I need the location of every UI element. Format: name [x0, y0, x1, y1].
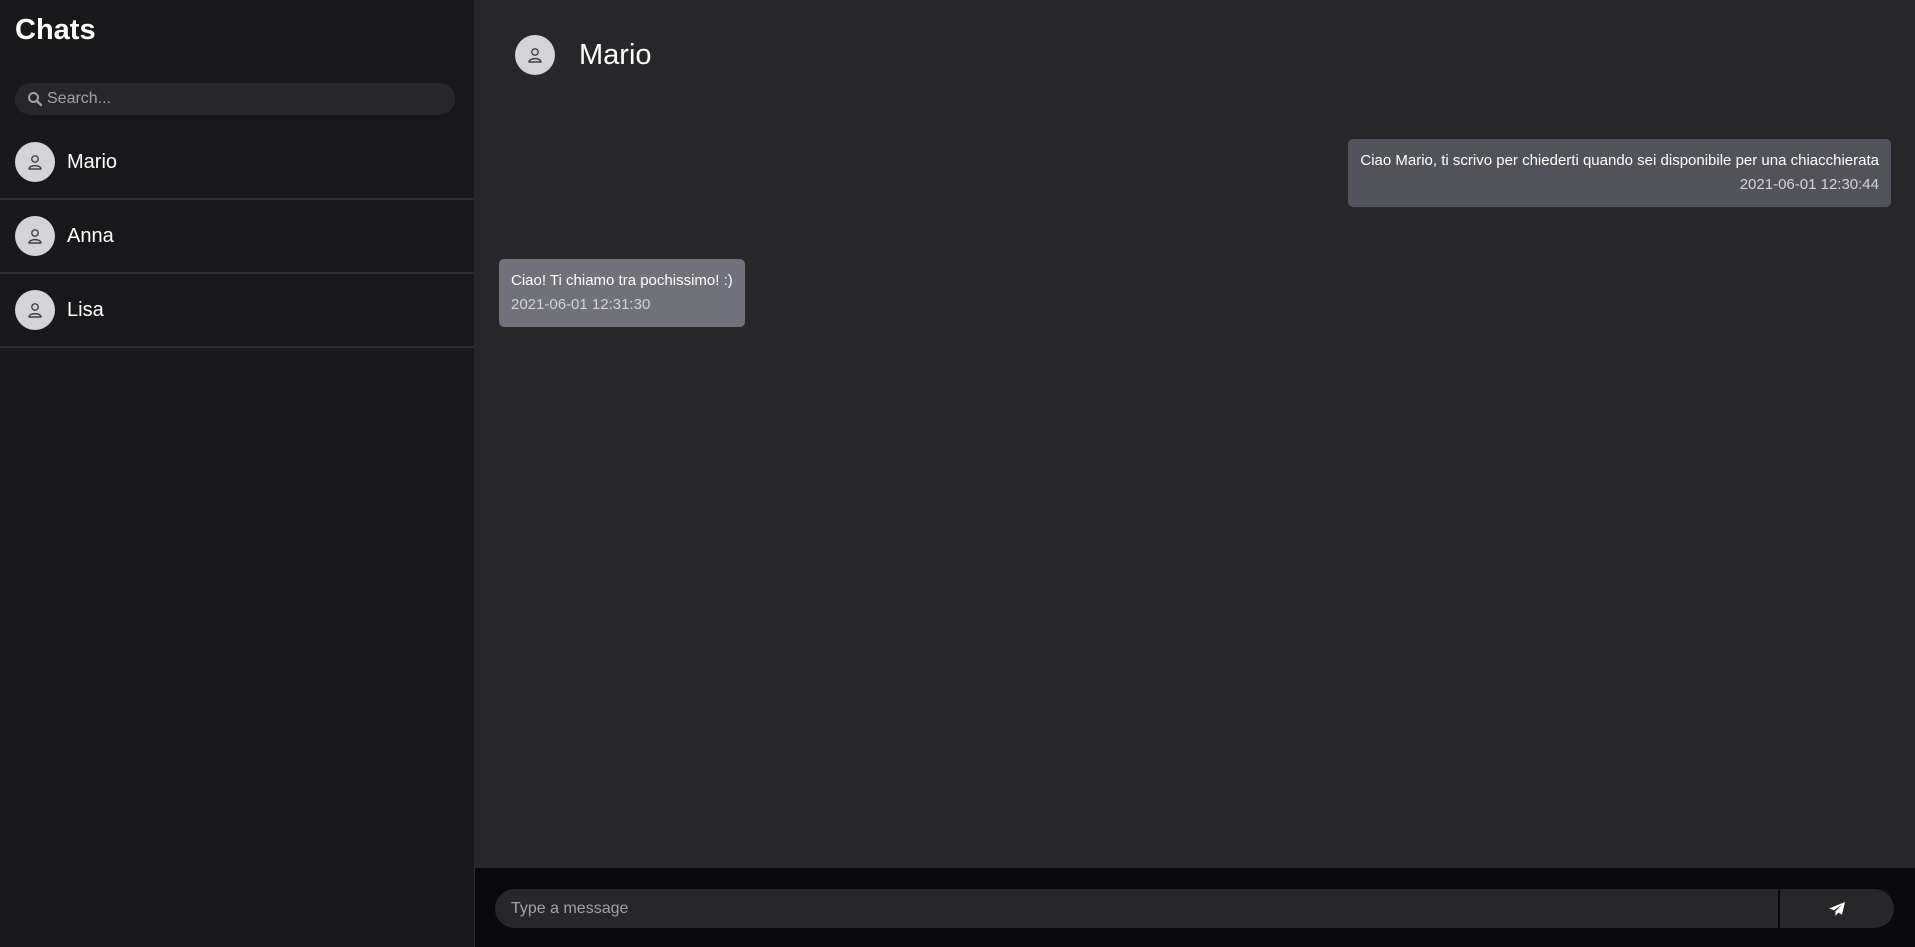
send-button[interactable] [1780, 889, 1894, 928]
message-text: Ciao! Ti chiamo tra pochissimo! :) [511, 272, 733, 289]
message-list: Ciao Mario, ti scrivo per chiederti quan… [475, 0, 1915, 868]
sidebar-title: Chats [15, 14, 96, 46]
conversation-panel: Ciao Mario, ti scrivo per chiederti quan… [475, 0, 1915, 947]
user-icon [28, 229, 42, 244]
sent-message: Ciao Mario, ti scrivo per chiederti quan… [1348, 139, 1891, 207]
conversation-header: Mario [515, 34, 652, 76]
paper-plane-icon [1829, 901, 1845, 916]
chat-item-name: Anna [67, 224, 114, 247]
message-composer [475, 868, 1915, 947]
user-icon [28, 155, 42, 170]
message-timestamp: 2021-06-01 12:30:44 [1739, 176, 1879, 193]
sidebar: Chats Mario [0, 0, 475, 947]
message-text: Ciao Mario, ti scrivo per chiederti quan… [1360, 152, 1879, 169]
conversation-title: Mario [579, 38, 652, 71]
chat-item-name: Lisa [67, 298, 104, 321]
chat-item-anna[interactable]: Anna [0, 200, 474, 274]
avatar [15, 216, 55, 256]
chat-list: Mario Anna Lisa [0, 126, 474, 348]
message-input[interactable] [495, 889, 1778, 928]
chat-app: Chats Mario [0, 0, 1915, 947]
search-icon [27, 91, 43, 107]
chat-item-mario[interactable]: Mario [0, 126, 474, 200]
received-message: Ciao! Ti chiamo tra pochissimo! :) 2021-… [499, 259, 745, 327]
user-icon [528, 48, 542, 63]
chat-item-name: Mario [67, 150, 118, 173]
message-timestamp: 2021-06-01 12:31:30 [511, 296, 651, 313]
avatar [15, 142, 55, 182]
search-box[interactable] [15, 83, 455, 115]
user-icon [28, 303, 42, 318]
avatar [515, 35, 555, 75]
search-input[interactable] [47, 90, 427, 108]
avatar [15, 290, 55, 330]
chat-item-lisa[interactable]: Lisa [0, 274, 474, 348]
